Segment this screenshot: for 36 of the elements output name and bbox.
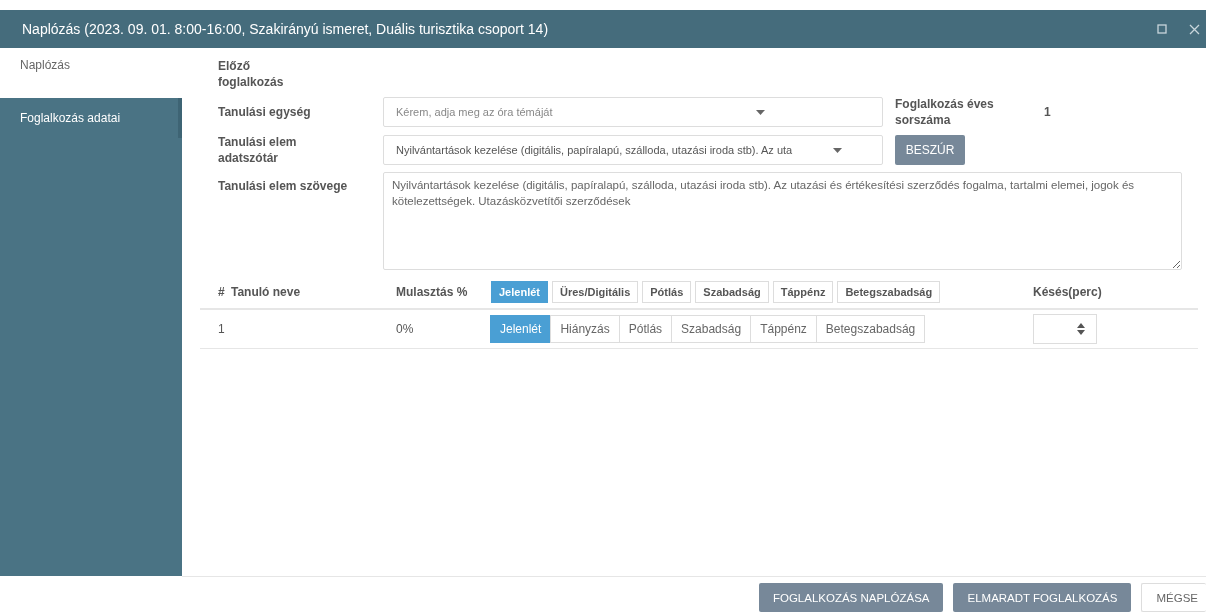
window-title: Naplózás (2023. 09. 01. 8:00-16:00, Szakirányú ismeret, Duális turisztika csoport 14) — [22, 21, 550, 37]
status-button[interactable]: Táppénz — [750, 315, 817, 343]
action-button[interactable]: FOGLALKOZÁS NAPLÓZÁSA — [758, 583, 944, 612]
up-down-arrows-icon[interactable] — [1077, 323, 1085, 335]
field-label: Tanulási elem szövege — [218, 178, 349, 194]
bulk-status-button[interactable]: Üres/Digitális — [551, 281, 639, 303]
insert-button[interactable]: BESZÚR — [895, 135, 965, 165]
field-label: Előző foglalkozás — [218, 58, 285, 90]
field-label: Tanulási elem adatszótár — [218, 134, 298, 166]
status-button[interactable]: Betegszabadság — [815, 315, 926, 343]
bulk-status-button[interactable]: Betegszabadság — [837, 281, 941, 303]
bulk-status-button[interactable]: Szabadság — [695, 281, 769, 303]
element-dropdown[interactable]: Nyilvántartások kezelése (digitális, papíralapú, szálloda, utazási iroda stb). Az uta — [383, 135, 883, 165]
close-icon[interactable] — [1189, 23, 1200, 35]
sidebar-item[interactable]: Naplózás — [0, 48, 182, 98]
status-button[interactable]: Pótlás — [618, 315, 673, 343]
status-button[interactable]: Hiányzás — [550, 315, 620, 343]
bulk-status-button[interactable]: Pótlás — [642, 281, 692, 303]
column-header: # — [217, 285, 226, 299]
dropdown-caret-icon — [832, 147, 842, 153]
action-button[interactable]: ELMARADT FOGLALKOZÁS — [953, 583, 1132, 612]
column-header: Mulasztás % — [396, 285, 469, 299]
column-header: Tanuló neve — [231, 285, 302, 299]
field-label: Tanulási egység — [218, 104, 312, 120]
column-header: Késés(perc) — [1033, 285, 1102, 299]
annual-number: 1 — [1044, 105, 1052, 119]
table-cell-text: 1 — [217, 322, 226, 336]
dropdown-caret-icon — [756, 109, 765, 115]
topic-dropdown[interactable]: Kérem, adja meg az óra témáját — [383, 97, 883, 127]
cancel-button[interactable]: MÉGSE — [1141, 583, 1206, 612]
maximize-icon[interactable] — [1157, 24, 1167, 34]
status-button[interactable]: Szabadság — [671, 315, 752, 343]
field-label: Foglalkozás éves sorszáma — [895, 96, 995, 128]
bulk-status-button[interactable]: Táppénz — [772, 281, 834, 303]
text-area[interactable]: Nyilvántartások kezelése (digitális, papíralapú, szálloda, utazási iroda stb). Az utazási és értékesítési szerződés fogalma, tartalmi elemei, jogok és kötelezettségek. Utazásközvetítői szerződések — [383, 172, 1182, 270]
table-cell-text: 0% — [396, 322, 415, 336]
